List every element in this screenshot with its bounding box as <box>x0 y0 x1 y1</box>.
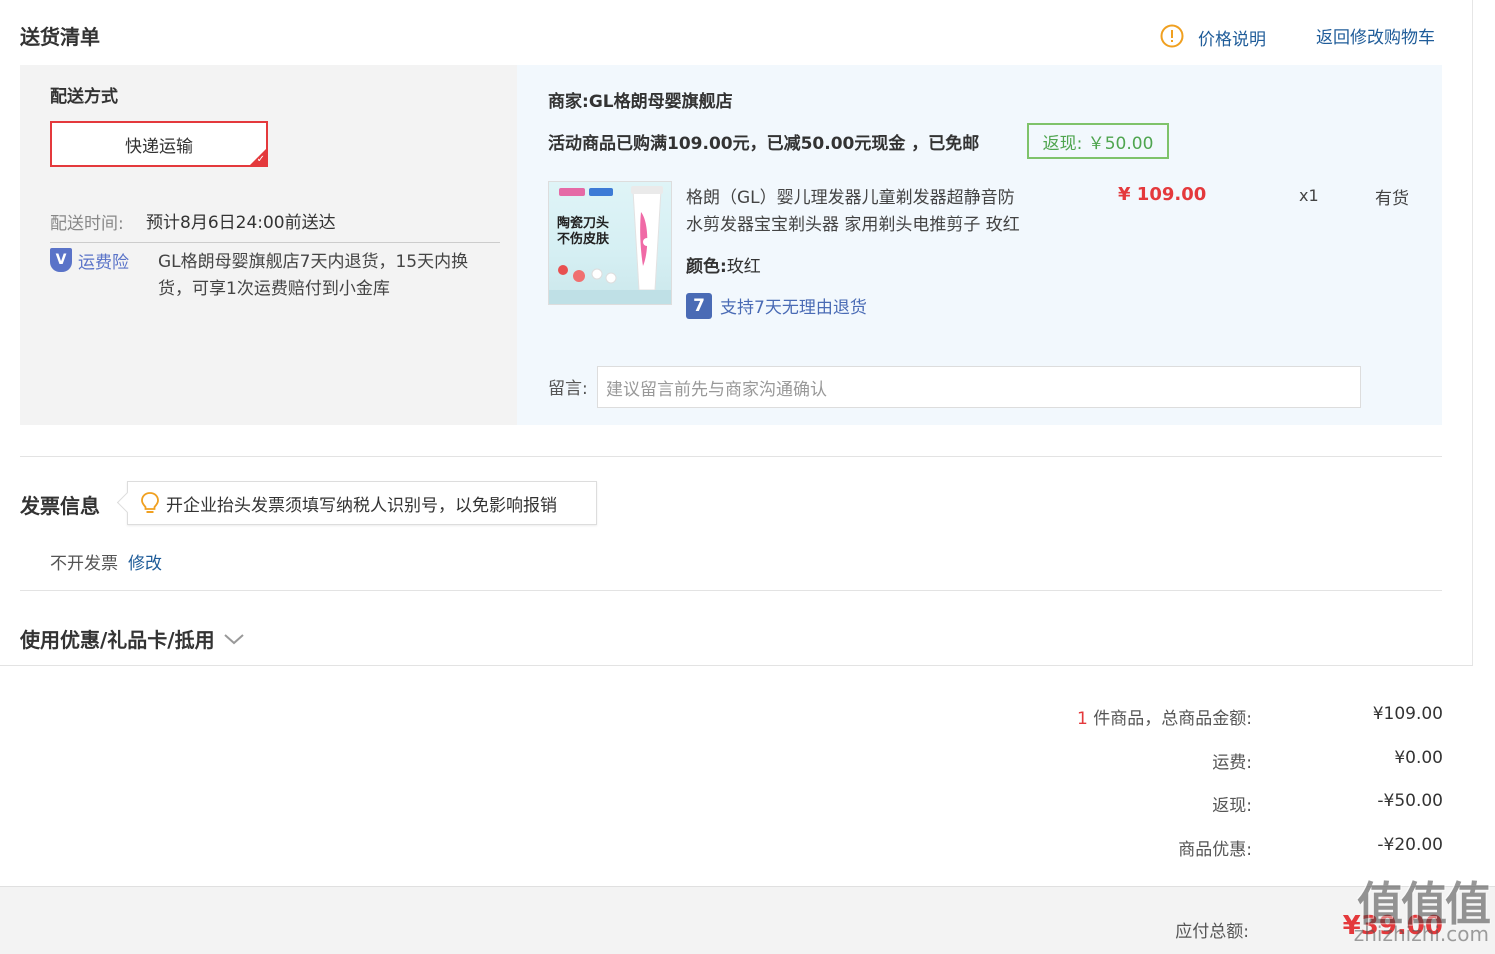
item-count-label: 件商品，总商品金额: <box>1093 709 1252 729</box>
invoice-title: 发票信息 <box>20 494 100 518</box>
invoice-tip: 开企业抬头发票须填写纳税人识别号，以免影响报销 <box>116 481 597 525</box>
shipping-fee-label: 运费: <box>1212 753 1252 773</box>
product-color-value: 玫红 <box>726 257 761 277</box>
promo-text: 活动商品已购满109.00元，已减50.00元现金 ，已免邮 <box>548 134 980 154</box>
watermark-url: zhizhizhi.com <box>1353 922 1489 946</box>
cashback-label: 返现: <box>1212 796 1252 816</box>
invoice-tip-text: 开企业抬头发票须填写纳税人识别号，以免影响报销 <box>166 495 557 516</box>
section-divider <box>20 590 1442 591</box>
shield-icon: V <box>50 248 72 272</box>
express-shipping-option[interactable]: 快递运输 ✓ <box>50 121 268 167</box>
delivery-time-value: 预计8月6日24:00前送达 <box>146 213 336 233</box>
product-color: 颜色:玫红 <box>686 252 761 277</box>
message-input[interactable]: 建议留言前先与商家沟通确认 <box>597 366 1361 408</box>
cashback-badge: 返现: ￥50.00 <box>1027 123 1169 159</box>
cashback-value: -¥50.00 <box>1377 791 1443 811</box>
price-note-link[interactable]: 价格说明 <box>1198 25 1266 50</box>
chevron-down-icon <box>223 633 244 644</box>
product-title-line2[interactable]: 水剪发器宝宝剃头器 家用剃头电推剪子 玫红 <box>686 210 1020 235</box>
insurance-text-line1: GL格朗母婴旗舰店7天内退货，15天内换 <box>158 252 469 272</box>
express-shipping-label: 快递运输 <box>125 136 193 157</box>
payable-label: 应付总额: <box>1175 922 1249 942</box>
seven-day-badge-text: 7 <box>693 296 705 316</box>
goods-total-label: 1 件商品，总商品金额: <box>1077 704 1252 729</box>
discount-value: -¥20.00 <box>1377 835 1443 855</box>
invoice-value: 不开发票 <box>50 554 118 574</box>
merchant-label: 商家: <box>548 92 589 112</box>
product-color-label: 颜色: <box>686 257 727 277</box>
back-to-cart-link[interactable]: 返回修改购物车 <box>1316 23 1435 48</box>
coupon-toggle[interactable]: 使用优惠/礼品卡/抵用 <box>20 624 245 653</box>
merchant-name: GL格朗母婴旗舰店 <box>588 92 733 112</box>
item-count: 1 <box>1077 709 1088 729</box>
check-icon: ✓ <box>256 154 265 165</box>
invoice-edit-link[interactable]: 修改 <box>128 549 162 574</box>
coupon-title: 使用优惠/礼品卡/抵用 <box>20 628 215 652</box>
product-price: ¥ 109.00 <box>1118 184 1207 205</box>
warning-icon <box>1160 24 1184 48</box>
product-title-line1[interactable]: 格朗（GL）婴儿理发器儿童剃发器超静音防 <box>686 183 1015 208</box>
coupon-bottom-border <box>0 665 1473 666</box>
product-quantity: x1 <box>1299 186 1319 205</box>
page-right-border <box>1472 0 1473 666</box>
message-label: 留言: <box>548 379 588 399</box>
discount-label: 商品优惠: <box>1178 840 1252 860</box>
delivery-divider <box>50 242 500 243</box>
shipping-fee-value: ¥0.00 <box>1394 748 1443 768</box>
delivery-method-label: 配送方式 <box>50 87 118 107</box>
lightbulb-icon <box>141 492 159 513</box>
return-policy-text: 支持7天无理由退货 <box>720 298 867 318</box>
merchant-line: 商家:GL格朗母婴旗舰店 <box>548 87 733 112</box>
section-divider <box>20 456 1442 457</box>
insurance-text-line2: 货，可享1次运费赔付到小金库 <box>158 279 390 299</box>
seven-day-return-icon: 7 <box>686 293 712 319</box>
delivery-time-label: 配送时间: <box>50 214 124 234</box>
goods-total-value: ¥109.00 <box>1372 704 1443 724</box>
product-image[interactable]: 陶瓷刀头 不伤皮肤 <box>548 181 672 305</box>
insurance-label[interactable]: 运费险 <box>78 248 129 273</box>
product-stock-status: 有货 <box>1375 189 1409 209</box>
shipping-list-title: 送货清单 <box>20 25 100 49</box>
tip-arrow <box>116 491 139 514</box>
delivery-panel <box>20 65 517 425</box>
total-bar <box>0 886 1495 954</box>
product-image-text-2: 不伤皮肤 <box>557 232 610 247</box>
